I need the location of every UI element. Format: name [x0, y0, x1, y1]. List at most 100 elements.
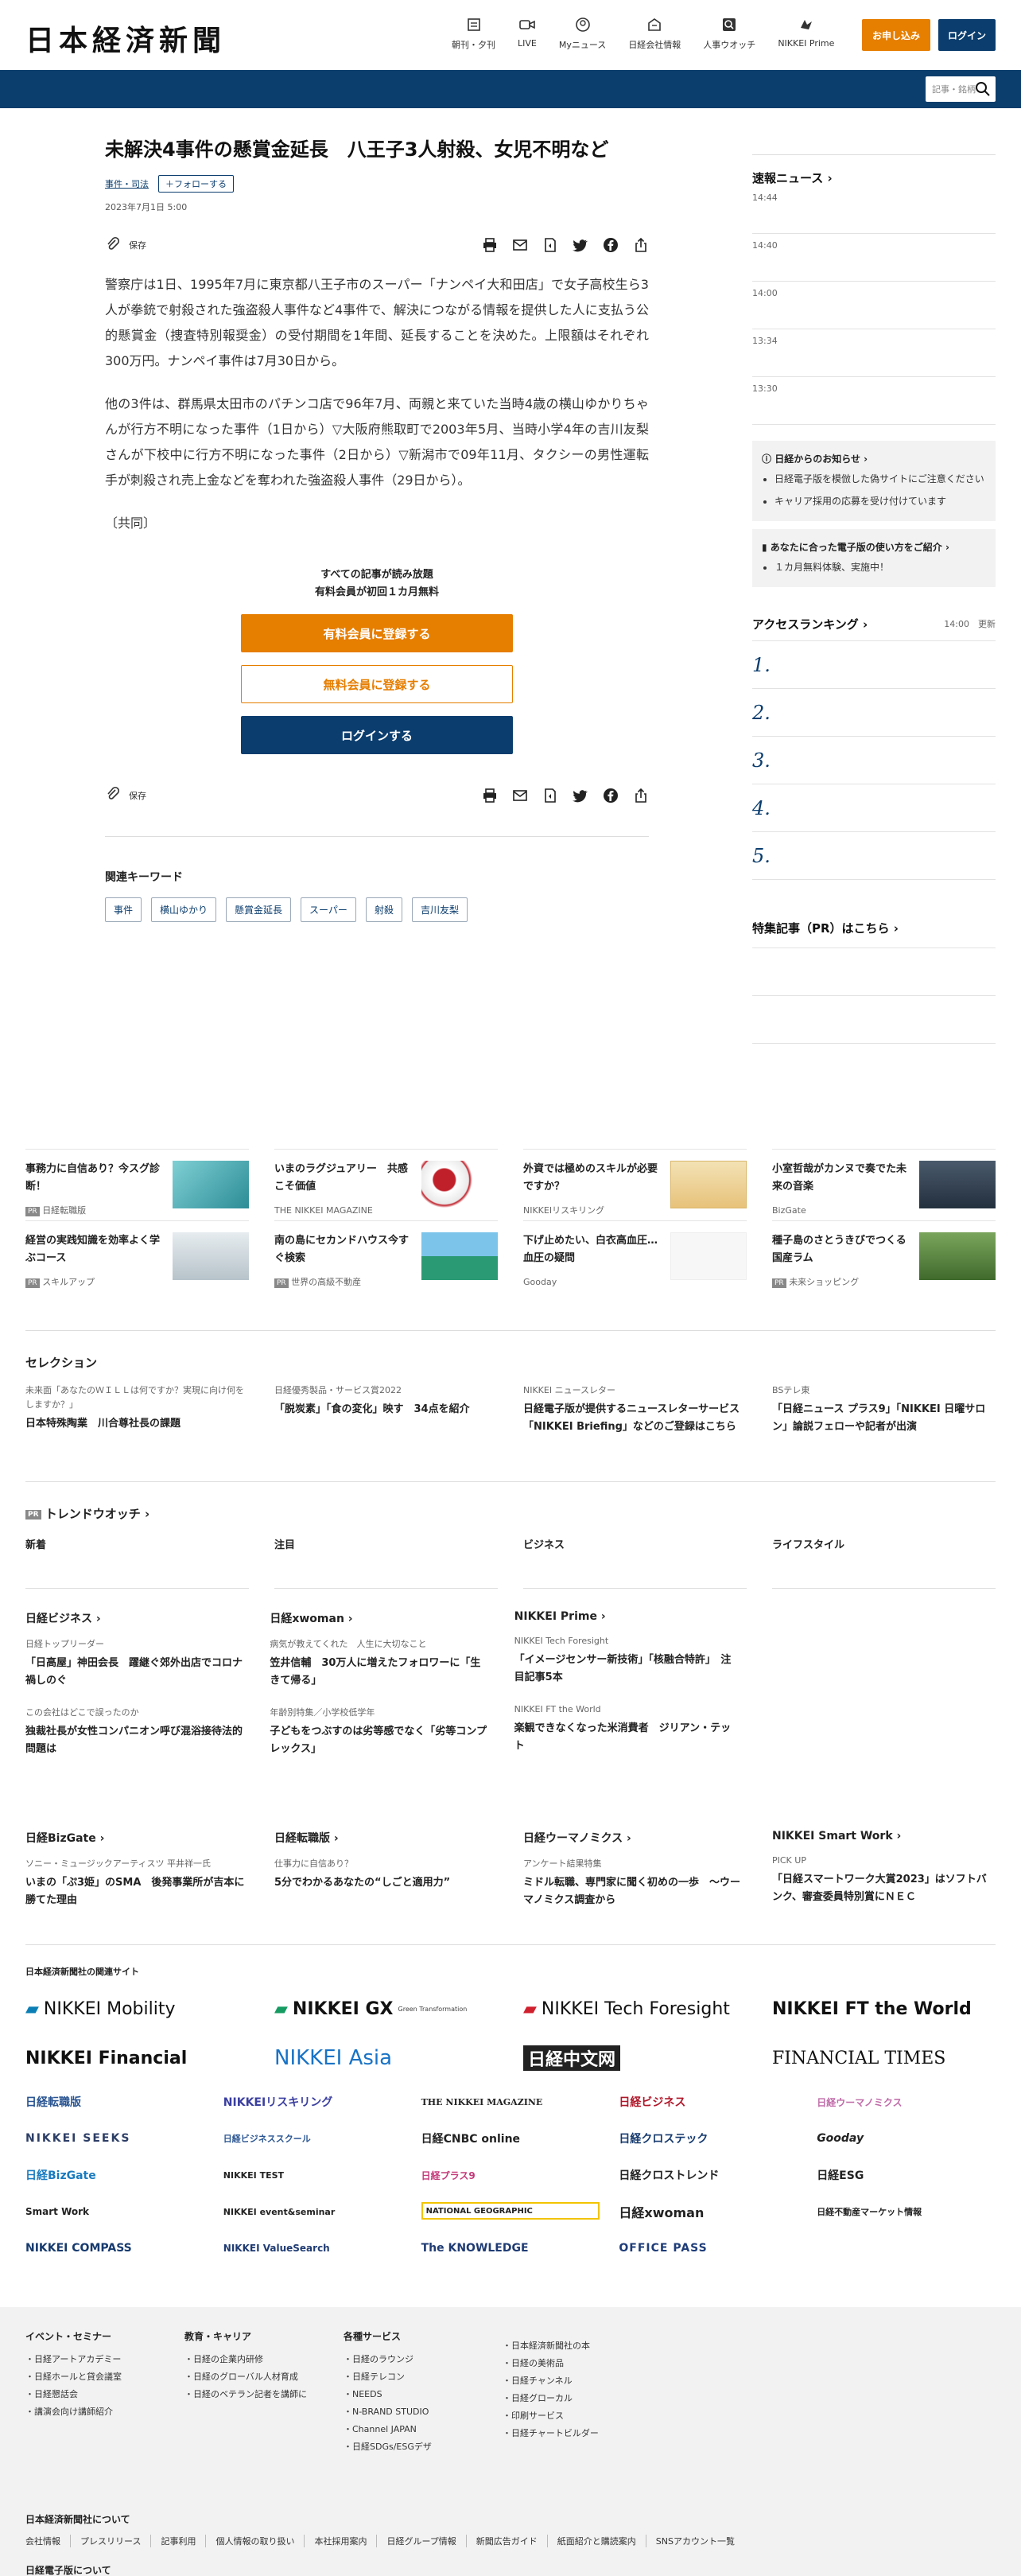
category-link[interactable]: 事件・司法: [105, 177, 149, 190]
nav-item-personnel-watch[interactable]: 人事ウオッチ: [703, 16, 755, 51]
keyword-tag[interactable]: 事件: [105, 897, 142, 922]
ad-item[interactable]: 種子島のさとうきびでつくる国産ラム PR 未来ショッピング: [772, 1220, 996, 1292]
ranking-item[interactable]: 3.: [752, 737, 996, 784]
paywall-login-button[interactable]: ログインする: [241, 716, 513, 754]
news-row[interactable]: 13:34: [752, 329, 996, 377]
column-item[interactable]: この会社はどこで誤ったのか 独裁社長が女性コンパニオン呼び混浴接待法的問題は: [25, 1706, 244, 1758]
mail-icon[interactable]: [512, 237, 528, 253]
column-title[interactable]: NIKKEI Prime ›: [514, 1610, 733, 1623]
trend-tab-new[interactable]: 新着: [25, 1536, 249, 1589]
keyword-tag[interactable]: 横山ゆかり: [151, 897, 217, 922]
logo-link[interactable]: 日経xwoman: [619, 2202, 798, 2221]
feature-row[interactable]: [752, 948, 996, 996]
logo-link[interactable]: 日経CNBC online: [421, 2129, 600, 2148]
logo-link[interactable]: NIKKEI TEST: [223, 2165, 402, 2185]
footer-link[interactable]: Channel JAPAN: [344, 2421, 503, 2438]
ebook-item[interactable]: １カ月無料体験、実施中！: [774, 558, 986, 576]
keyword-tag[interactable]: 吉川友梨: [411, 897, 468, 922]
trend-tab-business[interactable]: ビジネス: [523, 1536, 747, 1589]
logo-link[interactable]: THE NIKKEI MAGAZINE: [421, 2092, 600, 2111]
footer-link[interactable]: 日経チャンネル: [503, 2372, 662, 2390]
mail-icon[interactable]: [512, 788, 528, 804]
column-item[interactable]: 日経トップリーダー 「日高屋」神田会長 躍継ぐ郊外出店でコロナ禍しのぐ: [25, 1637, 244, 1690]
keyword-tag[interactable]: 懸賞金延長: [226, 897, 292, 922]
nav-item-live[interactable]: LIVE: [518, 16, 537, 51]
logo-link[interactable]: 日経BizGate: [25, 2165, 204, 2185]
logo-link[interactable]: NIKKEI ValueSearch: [223, 2239, 402, 2258]
ranking-item[interactable]: 1.: [752, 641, 996, 689]
footer-link[interactable]: 印刷サービス: [503, 2407, 662, 2425]
subscribe-button[interactable]: お申し込み: [862, 19, 930, 51]
print-icon[interactable]: [482, 788, 498, 804]
logo-link[interactable]: NIKKEI event&seminar: [223, 2202, 402, 2221]
footer-link[interactable]: N-BRAND STUDIO: [344, 2403, 503, 2421]
logo-link[interactable]: 日経プラス9: [421, 2165, 600, 2185]
ad-item[interactable]: 経営の実践知識を効率よく学ぶコース PR スキルアップ: [25, 1220, 249, 1292]
nav-item-nikkei-prime[interactable]: NIKKEI Prime: [778, 16, 834, 51]
ranking-item[interactable]: 2.: [752, 689, 996, 737]
footer-link[interactable]: 日経の企業内研修: [184, 2351, 344, 2368]
ranking-item[interactable]: 5.: [752, 832, 996, 880]
ad-item[interactable]: いまのラグジュアリー 共感こそ価値 THE NIKKEI MAGAZINE: [274, 1149, 498, 1220]
ad-item[interactable]: 外資では極めのスキルが必要ですか？ NIKKEIリスキリング: [523, 1149, 747, 1220]
column-item[interactable]: NIKKEI FT the World 楽観できなくなった米消費者 ジリアン・テッ…: [514, 1702, 733, 1755]
feature-row[interactable]: [752, 996, 996, 1044]
keyword-tag[interactable]: 射殺: [365, 897, 402, 922]
logo-link[interactable]: Smart Work: [25, 2202, 204, 2221]
logo-link[interactable]: 日経ウーマノミクス: [817, 2092, 996, 2111]
column-item[interactable]: 病気が教えてくれた 人生に大切なこと 笠井信輔 30万人に増えたフォロワーに「生き…: [270, 1637, 488, 1690]
nav-item-company-info[interactable]: 日経会社情報: [628, 16, 681, 51]
paid-register-button[interactable]: 有料会員に登録する: [241, 614, 513, 652]
footer-link[interactable]: 日経懇話会: [25, 2386, 184, 2403]
logo-link[interactable]: OFFICE PASS: [619, 2239, 798, 2258]
news-row[interactable]: 14:44: [752, 186, 996, 234]
column-title[interactable]: 日経xwoman ›: [270, 1610, 488, 1626]
footer-link[interactable]: 記事利用: [150, 2535, 205, 2547]
search-input[interactable]: 記事・銘柄: [926, 76, 996, 102]
print-icon[interactable]: [482, 237, 498, 253]
brand-tech-foresight[interactable]: ▰ NIKKEI Tech Foresight: [523, 1997, 747, 2021]
logo-link[interactable]: Gooday: [817, 2129, 996, 2148]
ebook-title[interactable]: ▮ あなたに合った電子版の使い方をご紹介 ›: [762, 540, 986, 554]
footer-link[interactable]: 日経グローカル: [503, 2390, 662, 2407]
notice-item[interactable]: キャリア採用の応募を受け付けています: [774, 492, 986, 510]
footer-link[interactable]: SNSアカウント一覧: [645, 2535, 744, 2547]
footer-link[interactable]: 日経チャートビルダー: [503, 2425, 662, 2442]
trend-tab-lifestyle[interactable]: ライフスタイル: [772, 1536, 996, 1589]
brand-financial-times[interactable]: FINANCIAL TIMES: [772, 2046, 996, 2070]
column-item[interactable]: NIKKEI Tech Foresight 「イメージセンサー新技術」「核融合特許…: [514, 1634, 733, 1687]
ad-item[interactable]: 小室哲哉がカンヌで奏でた未来の音楽 BizGate: [772, 1149, 996, 1220]
column-bizgate[interactable]: 日経BizGate › ソニー・ミュージックアーティスツ 平井祥一氏 いまの「ぷ3姫…: [25, 1830, 249, 1909]
footer-link[interactable]: 講演会向け講師紹介: [25, 2403, 184, 2421]
footer-link[interactable]: プレスリリース: [70, 2535, 150, 2547]
logo-link[interactable]: 日経ビジネス: [619, 2092, 798, 2111]
footer-link[interactable]: 本社採用案内: [304, 2535, 376, 2547]
memo-icon[interactable]: [542, 237, 558, 253]
free-register-button[interactable]: 無料会員に登録する: [241, 665, 513, 703]
facebook-icon[interactable]: [603, 237, 619, 253]
footer-link[interactable]: 新聞広告ガイド: [465, 2535, 547, 2547]
footer-link[interactable]: 日経SDGs/ESGデザ: [344, 2438, 503, 2456]
news-row[interactable]: 13:30: [752, 377, 996, 425]
brand-nikkei-chinese[interactable]: 日経中文网: [523, 2045, 747, 2071]
footer-link[interactable]: 個人情報の取り扱い: [205, 2535, 304, 2547]
brand-nikkei-financial[interactable]: NIKKEI Financial: [25, 2046, 249, 2070]
facebook-icon[interactable]: [603, 788, 619, 804]
logo-link[interactable]: 日経ビジネススクール: [223, 2129, 402, 2148]
follow-button[interactable]: ＋フォローする: [158, 175, 234, 193]
logo-link[interactable]: The KNOWLEDGE: [421, 2239, 600, 2258]
brand-nikkei-gx[interactable]: ▰ NIKKEI GX Green Transformation: [274, 1997, 498, 2021]
nav-item-morning-evening[interactable]: 朝刊・夕刊: [452, 16, 495, 51]
logo-link[interactable]: 日経クロステック: [619, 2129, 798, 2148]
login-button[interactable]: ログイン: [938, 19, 996, 51]
news-row[interactable]: 14:00: [752, 282, 996, 329]
notice-title[interactable]: ⓘ 日経からのお知らせ ›: [762, 452, 986, 465]
logo-link[interactable]: NIKKEI COMPASS: [25, 2239, 204, 2258]
share-icon[interactable]: [633, 788, 649, 804]
feature-title[interactable]: 特集記事（PR）はこちら ›: [752, 920, 996, 936]
ranking-item[interactable]: 4.: [752, 784, 996, 832]
nikkei-logo[interactable]: 日本経済新聞: [25, 18, 226, 59]
breaking-news-title[interactable]: 速報ニュース ›: [752, 169, 996, 186]
brand-nikkei-mobility[interactable]: ▰ NIKKEI Mobility: [25, 1997, 249, 2021]
logo-link[interactable]: NIKKEIリスキリング: [223, 2092, 402, 2111]
